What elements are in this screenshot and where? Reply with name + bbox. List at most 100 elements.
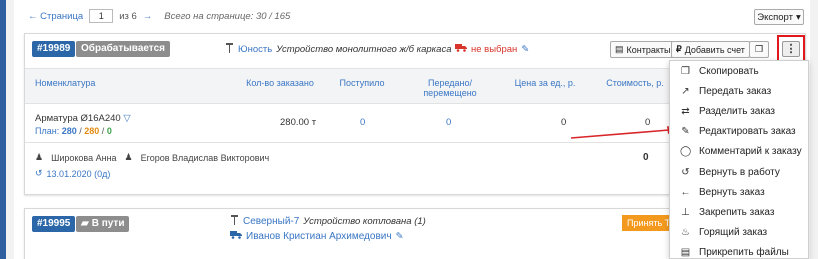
- column-header-received[interactable]: Поступило: [337, 78, 387, 88]
- plan-label: План:: [35, 126, 60, 136]
- item-name-text: Арматура Ø16А240: [35, 113, 121, 124]
- transferred-value[interactable]: 0: [446, 117, 451, 128]
- transfer-icon: ↗: [681, 85, 690, 97]
- person-icon: ♟: [124, 152, 133, 162]
- export-label: Экспорт: [757, 11, 793, 23]
- filter-icon[interactable]: ▽: [123, 113, 130, 124]
- crane-icon: [230, 215, 239, 228]
- fire-icon: ♨: [681, 227, 690, 239]
- contracts-button[interactable]: ▤ Контракты: [610, 41, 676, 58]
- history-icon: ↺: [35, 168, 43, 178]
- orders-page: ← Страница из 6 → Всего на странице: 30 …: [14, 0, 810, 259]
- order-status-badge: Обрабатывается: [76, 41, 170, 57]
- column-header-transferred[interactable]: Передано/ перемещено: [420, 78, 480, 98]
- manager-name: Широкова Анна: [51, 152, 117, 163]
- left-edge-bar: [0, 0, 6, 259]
- menu-item[interactable]: ♨ Горящий заказ: [670, 223, 808, 243]
- pagination: ← Страница из 6 → Всего на странице: 30 …: [28, 9, 290, 23]
- menu-item-label: Комментарий к заказу: [699, 146, 802, 158]
- menu-item-label: Передать заказ: [699, 85, 772, 97]
- document-icon: ▤: [615, 44, 624, 54]
- add-invoice-label: Добавить счет: [684, 44, 745, 55]
- file-icon: ▤: [680, 247, 691, 259]
- price-value: 0: [561, 117, 567, 128]
- menu-item[interactable]: ▤ Прикрепить файлы: [670, 243, 808, 259]
- plan-value-b: 280: [84, 126, 100, 136]
- ruble-icon: ₽: [676, 44, 682, 54]
- menu-item-label: Вернуть в работу: [699, 166, 780, 178]
- contracts-label: Контракты: [626, 44, 671, 55]
- menu-item[interactable]: ⊥ Закрепить заказ: [670, 202, 808, 222]
- order-object-line: Северный-7 Устройство котлована (1): [230, 215, 426, 228]
- object-description: Устройство котлована (1): [303, 216, 426, 227]
- menu-item-label: Прикрепить файлы: [699, 247, 789, 259]
- export-button[interactable]: Экспорт ▾: [754, 9, 804, 25]
- menu-item-label: Скопировать: [699, 65, 759, 77]
- order-date-text: 13.01.2020 (0д): [46, 168, 111, 179]
- kebab-menu-icon: ⋮: [785, 43, 797, 55]
- page-number-input[interactable]: [89, 9, 114, 23]
- received-value[interactable]: 0: [360, 117, 365, 128]
- plan-line: План: 280 / 280 / 0: [35, 126, 112, 136]
- pencil-icon: ✎: [681, 126, 690, 138]
- duplicate-button[interactable]: ❐: [749, 41, 769, 58]
- order-actions-menu: ❐ Скопировать ↗ Передать заказ ⇄ Разделить за…: [669, 60, 809, 259]
- order-object-line: Юность Устройство монолитного ж/б каркас…: [225, 43, 451, 56]
- column-header-cost[interactable]: Стоимость, р.: [600, 78, 670, 88]
- undo-icon: ↺: [681, 166, 690, 178]
- order-date: ↺ 13.01.2020 (0д): [35, 168, 110, 179]
- menu-item[interactable]: ↺ Вернуть в работу: [670, 162, 808, 182]
- object-link[interactable]: Северный-7: [243, 216, 299, 227]
- menu-item[interactable]: ⇄ Разделить заказ: [670, 101, 808, 121]
- plan-value-c: 0: [106, 126, 112, 136]
- order-people: ♟ Широкова Анна ♟ Егоров Владислав Викто…: [35, 152, 269, 163]
- chevron-down-icon: ▾: [795, 11, 801, 23]
- item-name: Арматура Ø16А240 ▽: [35, 113, 131, 124]
- records-total-label: Всего на странице: 30 / 165: [164, 10, 291, 22]
- driver-line: не выбран ✎: [455, 43, 529, 55]
- order-actions-button[interactable]: ⋮: [782, 40, 800, 57]
- driver-name[interactable]: Иванов Кристиан Архимедович: [246, 231, 392, 242]
- order-id-badge[interactable]: #19989: [32, 41, 76, 57]
- order-total: 0: [643, 152, 649, 163]
- driver-status: не выбран: [471, 43, 518, 55]
- menu-item-label: Горящий заказ: [699, 227, 768, 239]
- copy-icon: ❐: [754, 44, 764, 54]
- order-status-label: В пути: [91, 218, 125, 229]
- crane-icon: [225, 43, 234, 56]
- menu-item-label: Редактировать заказ: [699, 126, 796, 138]
- menu-item-label: Закрепить заказ: [699, 206, 775, 218]
- menu-item-label: Вернуть заказ: [699, 186, 765, 198]
- driver-line: Иванов Кристиан Архимедович ✎: [230, 230, 404, 242]
- column-header-price[interactable]: Цена за ед., р.: [505, 78, 585, 88]
- prev-page-link[interactable]: ← Страница: [28, 11, 83, 22]
- plan-value-a: 280: [61, 126, 77, 136]
- menu-item-label: Разделить заказ: [699, 105, 775, 117]
- menu-item[interactable]: ✎ Редактировать заказ: [670, 122, 808, 142]
- column-header-nomenclature[interactable]: Номенклатура: [35, 78, 95, 88]
- order-actions-highlight: ⋮: [777, 35, 805, 62]
- next-page-link[interactable]: →: [143, 11, 153, 22]
- menu-item[interactable]: ❐ Скопировать: [670, 61, 808, 81]
- foreman-name: Егоров Владислав Викторович: [140, 152, 270, 163]
- annotation-arrow: [570, 126, 677, 139]
- truck-icon: ▰: [81, 218, 89, 229]
- split-icon: ⇄: [681, 105, 690, 117]
- truck-icon: [455, 43, 467, 55]
- arrow-left-icon: ←: [680, 186, 691, 198]
- order-id-badge[interactable]: #19995: [32, 216, 76, 232]
- menu-item[interactable]: ↗ Передать заказ: [670, 81, 808, 101]
- person-icon: ♟: [35, 152, 44, 162]
- pencil-icon[interactable]: ✎: [396, 231, 404, 242]
- menu-item[interactable]: ← Вернуть заказ: [670, 182, 808, 202]
- object-link[interactable]: Юность: [238, 44, 272, 55]
- column-header-ordered[interactable]: Кол-во заказано: [245, 78, 315, 88]
- comment-icon: ◯: [680, 146, 692, 158]
- pin-icon: ⊥: [681, 206, 690, 218]
- menu-item[interactable]: ◯ Комментарий к заказу: [670, 142, 808, 162]
- order-status-label: Обрабатывается: [81, 43, 165, 54]
- object-description: Устройство монолитного ж/б каркаса: [276, 44, 452, 55]
- pencil-icon[interactable]: ✎: [521, 44, 529, 55]
- copy-icon: ❐: [681, 65, 690, 77]
- add-invoice-button[interactable]: ₽ Добавить счет: [671, 41, 750, 58]
